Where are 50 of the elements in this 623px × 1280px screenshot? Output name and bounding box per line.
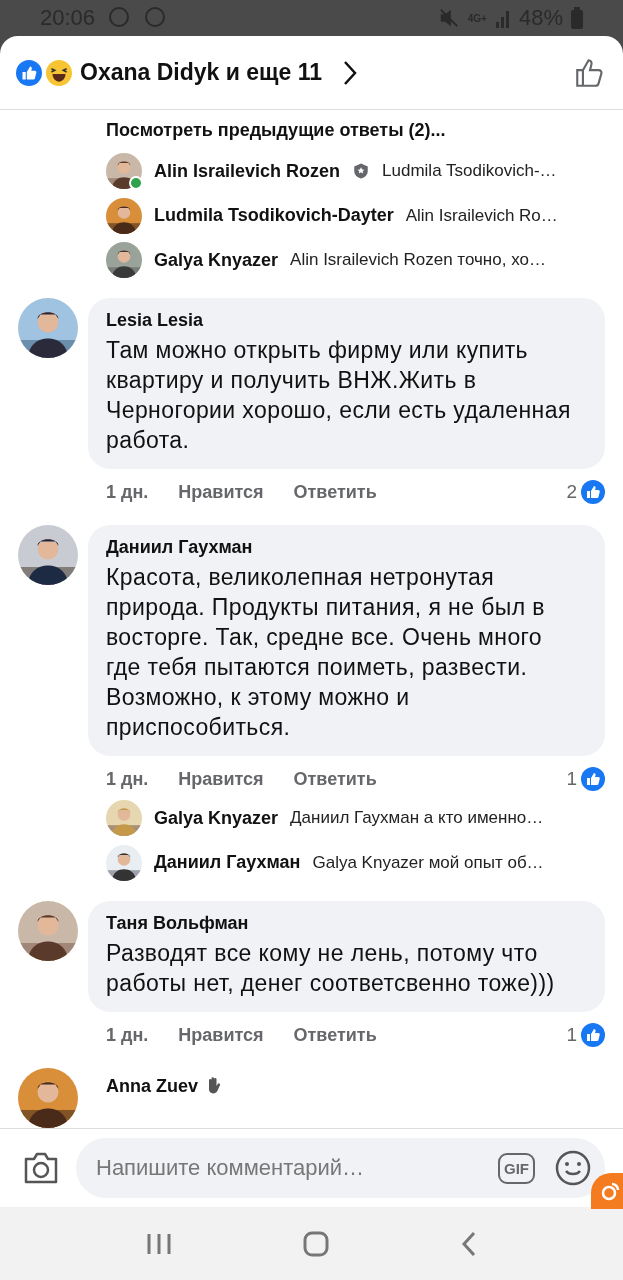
like-count: 2: [566, 481, 577, 504]
mute-icon: [437, 7, 460, 29]
reactions-title[interactable]: Oxana Didyk и еще 11: [80, 59, 322, 86]
like-count: 1: [566, 768, 577, 791]
comment-time: 1 дн.: [106, 481, 149, 503]
comment-text: Разводят все кому не лень, потому что работы нет, денег соответсвенно тоже))): [106, 939, 556, 999]
message-icon: [107, 6, 132, 30]
like-link[interactable]: Нравится: [178, 1024, 264, 1046]
comment-author[interactable]: Anna Zuev: [106, 1075, 198, 1097]
rings-icon: [600, 1180, 622, 1202]
floating-badge[interactable]: [591, 1173, 623, 1209]
reply-author[interactable]: Alin Israilevich Rozen: [154, 160, 341, 182]
view-previous-replies-link[interactable]: Посмотреть предыдущие ответы (2)...: [106, 120, 605, 141]
reply-preview[interactable]: Даниил Гаухман а кто именно…: [290, 808, 544, 829]
reply-link[interactable]: Ответить: [293, 1024, 377, 1046]
reply-link[interactable]: Ответить: [293, 768, 377, 790]
like-link[interactable]: Нравится: [178, 768, 264, 790]
reply-author[interactable]: Ludmila Tsodikovich-Dayter: [154, 205, 394, 227]
like-reaction-icon: [581, 1023, 605, 1048]
message-icon: [143, 6, 168, 30]
camera-icon[interactable]: [22, 1151, 60, 1185]
comment-author[interactable]: Lesia Lesia: [106, 310, 589, 332]
comment-author[interactable]: Таня Вольфман: [106, 913, 589, 935]
reply-preview[interactable]: Galya Knyazer мой опыт об…: [312, 852, 544, 873]
back-icon[interactable]: [459, 1230, 478, 1257]
like-reaction-icon: [581, 480, 605, 505]
comment-time: 1 дн.: [106, 1024, 149, 1046]
signal-icon: [494, 8, 511, 28]
reply-preview[interactable]: Ludmila Tsodikovich-…: [382, 161, 557, 182]
like-reaction-icon: [16, 59, 42, 86]
like-reaction-icon: [581, 767, 605, 792]
comment-text: Там можно открыть фирму или купить квартиру и получить ВНЖ.Жить в Черногории хорошо, если есть удаленная работа.: [106, 336, 572, 456]
reply-link[interactable]: Ответить: [293, 481, 377, 503]
gif-button[interactable]: GIF: [498, 1152, 535, 1184]
like-link[interactable]: Нравится: [178, 481, 264, 503]
comment-text: Красота, великолепная нетронутая природа. Продукты питания, я не был в восторге. Так, средне все. Очень много где тебя пытаются поиметь, развести. Возможно, к этому можно и приспособиться.: [106, 563, 546, 743]
reply-preview[interactable]: Alin Israilevich Ro…: [405, 205, 558, 226]
reply-author[interactable]: Galya Knyazer: [154, 807, 279, 829]
home-icon[interactable]: [302, 1230, 329, 1257]
comment-time: 1 дн.: [106, 768, 149, 790]
like-count: 1: [566, 1024, 577, 1047]
reply-author[interactable]: Galya Knyazer: [154, 249, 279, 271]
smiley-icon[interactable]: [555, 1150, 591, 1186]
reply-author[interactable]: Даниил Гаухман: [154, 852, 301, 874]
reply-preview[interactable]: Alin Israilevich Rozen точно, хо…: [290, 250, 546, 270]
battery-icon: [571, 7, 583, 29]
comment-input-field[interactable]: Напишите комментарий… GIF: [76, 1138, 605, 1198]
comment-author[interactable]: Даниил Гаухман: [106, 537, 589, 559]
recent-apps-icon[interactable]: [145, 1231, 172, 1256]
laughing-emoji-icon: [46, 59, 72, 86]
